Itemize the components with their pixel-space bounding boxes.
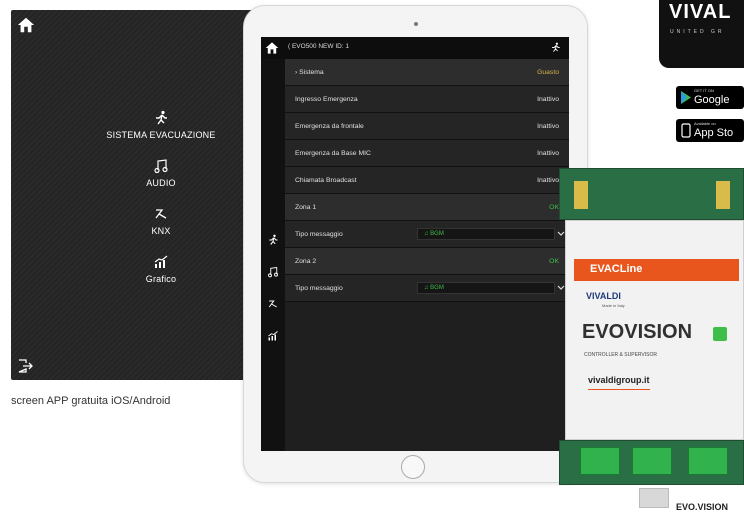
tablet-home-button bbox=[401, 455, 425, 479]
google-play-badge[interactable]: GET IT ON Google bbox=[676, 86, 744, 109]
menu-item-audio[interactable]: AUDIO bbox=[81, 158, 241, 188]
device-body: EVACLine VIVALDI Made in Italy EVOVISION… bbox=[565, 220, 744, 440]
list-item: Zona 1 OK bbox=[285, 194, 569, 221]
list-item: Chiamata Broadcast Inattivo bbox=[285, 167, 569, 194]
menu-item-sistema-evacuazione[interactable]: SISTEMA EVACUAZIONE bbox=[81, 110, 241, 140]
running-man-icon bbox=[552, 42, 560, 52]
music-note-icon bbox=[154, 159, 168, 174]
home-icon[interactable] bbox=[265, 41, 279, 55]
phone-icon bbox=[681, 123, 691, 138]
list-item: Ingresso Emergenza Inattivo bbox=[285, 86, 569, 113]
caption: screen APP gratuita iOS/Android bbox=[11, 395, 171, 407]
home-icon[interactable] bbox=[17, 16, 35, 34]
list-item: Emergenza da frontale Inattivo bbox=[285, 113, 569, 140]
tablet-frame: ( EVO500 NEW ID: 1 › Sistema Guasto Ingre… bbox=[243, 5, 588, 483]
menu-item-label: AUDIO bbox=[146, 178, 176, 188]
menu-item-grafico[interactable]: Grafico bbox=[81, 254, 241, 284]
product-label: EVO.VISION bbox=[676, 502, 729, 512]
chart-icon bbox=[154, 255, 168, 268]
product-sheet: SISTEMA EVACUAZIONE AUDIO KNX Grafico sc… bbox=[0, 0, 744, 518]
menu-item-label: KNX bbox=[151, 226, 171, 236]
evovision-icon bbox=[713, 327, 727, 341]
brand-logo: VIVAL UNITED GR bbox=[659, 0, 744, 68]
vivaldi-mark: VIVALDI bbox=[586, 291, 621, 301]
chart-icon[interactable] bbox=[267, 330, 279, 342]
device-title[interactable]: ( EVO500 NEW ID: 1 bbox=[288, 43, 349, 50]
website-url: vivaldigroup.it bbox=[588, 375, 650, 390]
logout-icon[interactable] bbox=[17, 358, 33, 374]
google-play-icon bbox=[681, 91, 691, 104]
list-item: Zona 2 OK bbox=[285, 248, 569, 275]
evacline-band: EVACLine bbox=[574, 259, 739, 281]
running-man-icon[interactable] bbox=[267, 234, 279, 246]
message-type-select[interactable]: ♫ BGM bbox=[417, 282, 555, 294]
menu-item-knx[interactable]: KNX bbox=[81, 206, 241, 236]
status-list: › Sistema Guasto Ingresso Emergenza Inatti… bbox=[285, 59, 569, 302]
status-value: Inattivo bbox=[537, 177, 559, 184]
list-item[interactable]: › Sistema Guasto bbox=[285, 59, 569, 86]
knx-icon[interactable] bbox=[267, 298, 279, 310]
menu-item-label: SISTEMA EVACUAZIONE bbox=[106, 130, 216, 140]
message-type-select[interactable]: ♫ BGM bbox=[417, 228, 555, 240]
menu-item-label: Grafico bbox=[145, 274, 177, 284]
status-value: Guasto bbox=[537, 69, 559, 76]
running-man-icon bbox=[156, 110, 167, 125]
music-note-icon[interactable] bbox=[267, 266, 279, 278]
list-item: Tipo messaggio ♫ BGM bbox=[285, 221, 569, 248]
list-item: Emergenza da Base MIC Inattivo bbox=[285, 140, 569, 167]
device-top-terminals bbox=[559, 168, 744, 220]
app-main-menu-screen: SISTEMA EVACUAZIONE AUDIO KNX Grafico bbox=[11, 10, 253, 380]
app-header: ( EVO500 NEW ID: 1 bbox=[261, 37, 569, 59]
main-menu: SISTEMA EVACUAZIONE AUDIO KNX Grafico bbox=[81, 110, 241, 302]
product-thumbnail bbox=[639, 488, 669, 508]
status-value: Inattivo bbox=[537, 96, 559, 103]
status-value: Inattivo bbox=[537, 150, 559, 157]
evovision-device: EVACLine VIVALDI Made in Italy EVOVISION… bbox=[559, 168, 744, 493]
status-value: OK bbox=[549, 258, 559, 265]
device-model: EVOVISION bbox=[582, 321, 693, 343]
list-item: Tipo messaggio ♫ BGM bbox=[285, 275, 569, 302]
side-rail bbox=[261, 59, 285, 451]
device-bottom-connectors bbox=[559, 440, 744, 485]
status-value: OK bbox=[549, 204, 559, 211]
status-value: Inattivo bbox=[537, 123, 559, 130]
tablet-screen: ( EVO500 NEW ID: 1 › Sistema Guasto Ingre… bbox=[261, 37, 569, 451]
tablet-camera bbox=[414, 22, 418, 26]
app-store-badge[interactable]: Available on App Sto bbox=[676, 119, 744, 142]
knx-icon bbox=[155, 209, 167, 219]
